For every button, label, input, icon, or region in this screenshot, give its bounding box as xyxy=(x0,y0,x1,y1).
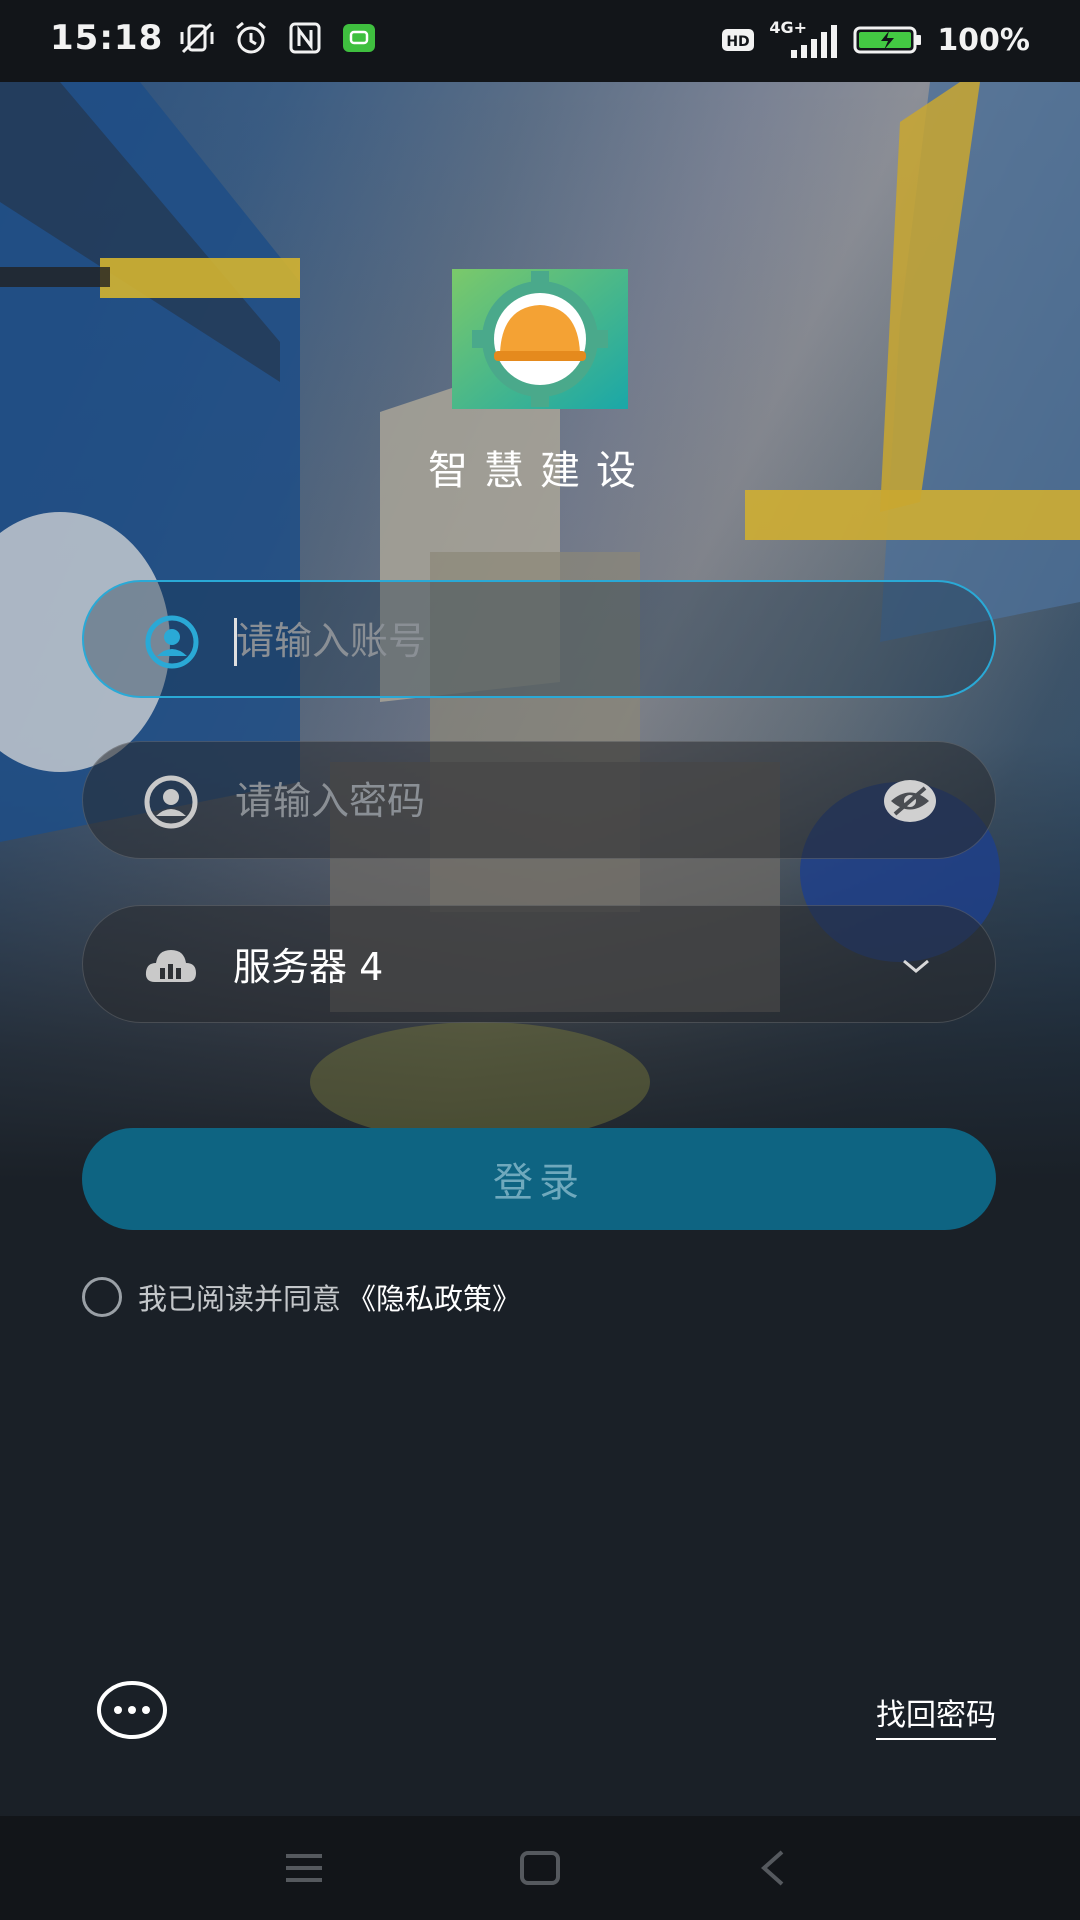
alarm-icon xyxy=(236,21,267,54)
menu-icon[interactable] xyxy=(282,1848,326,1888)
hide-password-icon[interactable] xyxy=(883,778,937,824)
privacy-policy-link[interactable]: 《隐私政策》 xyxy=(347,1276,521,1318)
mute-vibrate-icon xyxy=(180,22,214,54)
battery-level: 100% xyxy=(937,22,1030,58)
status-time: 15:18 xyxy=(50,18,164,58)
account-field[interactable] xyxy=(82,580,996,698)
text-caret xyxy=(234,618,237,666)
hd-icon: HD xyxy=(722,29,755,51)
home-icon[interactable] xyxy=(518,1848,562,1888)
chevron-down-icon xyxy=(903,959,929,973)
privacy-agreement: 我已阅读并同意 《隐私政策》 xyxy=(82,1276,521,1318)
server-value: 服务器 4 xyxy=(233,945,384,989)
user-icon xyxy=(145,615,199,669)
nfc-icon xyxy=(289,22,321,54)
forgot-password-link[interactable]: 找回密码 xyxy=(876,1690,996,1740)
agree-text: 我已阅读并同意 xyxy=(138,1282,342,1316)
notification-app-icon xyxy=(343,24,376,52)
status-left: 15:18 xyxy=(50,18,379,58)
password-field[interactable] xyxy=(82,741,996,859)
status-bar: 15:18 HD 4G+ 100% xyxy=(0,0,1080,82)
battery-charging-icon xyxy=(853,26,922,54)
account-input[interactable] xyxy=(234,608,858,674)
system-nav-bar xyxy=(0,1816,1080,1920)
password-input[interactable] xyxy=(233,768,857,834)
hd-label: HD xyxy=(727,34,750,50)
status-right: HD 4G+ 100% xyxy=(721,18,1030,60)
cloud-server-icon xyxy=(145,950,196,982)
app-name: 智慧建设 xyxy=(428,448,652,494)
more-options-icon[interactable] xyxy=(96,1680,168,1740)
agree-checkbox[interactable] xyxy=(82,1277,122,1317)
back-icon[interactable] xyxy=(752,1848,796,1888)
user-icon xyxy=(144,775,198,829)
login-button[interactable]: 登录 xyxy=(82,1128,996,1230)
app-logo xyxy=(452,269,628,409)
server-select[interactable]: 服务器 4 xyxy=(82,905,996,1023)
signal-icon: 4G+ xyxy=(769,18,839,60)
